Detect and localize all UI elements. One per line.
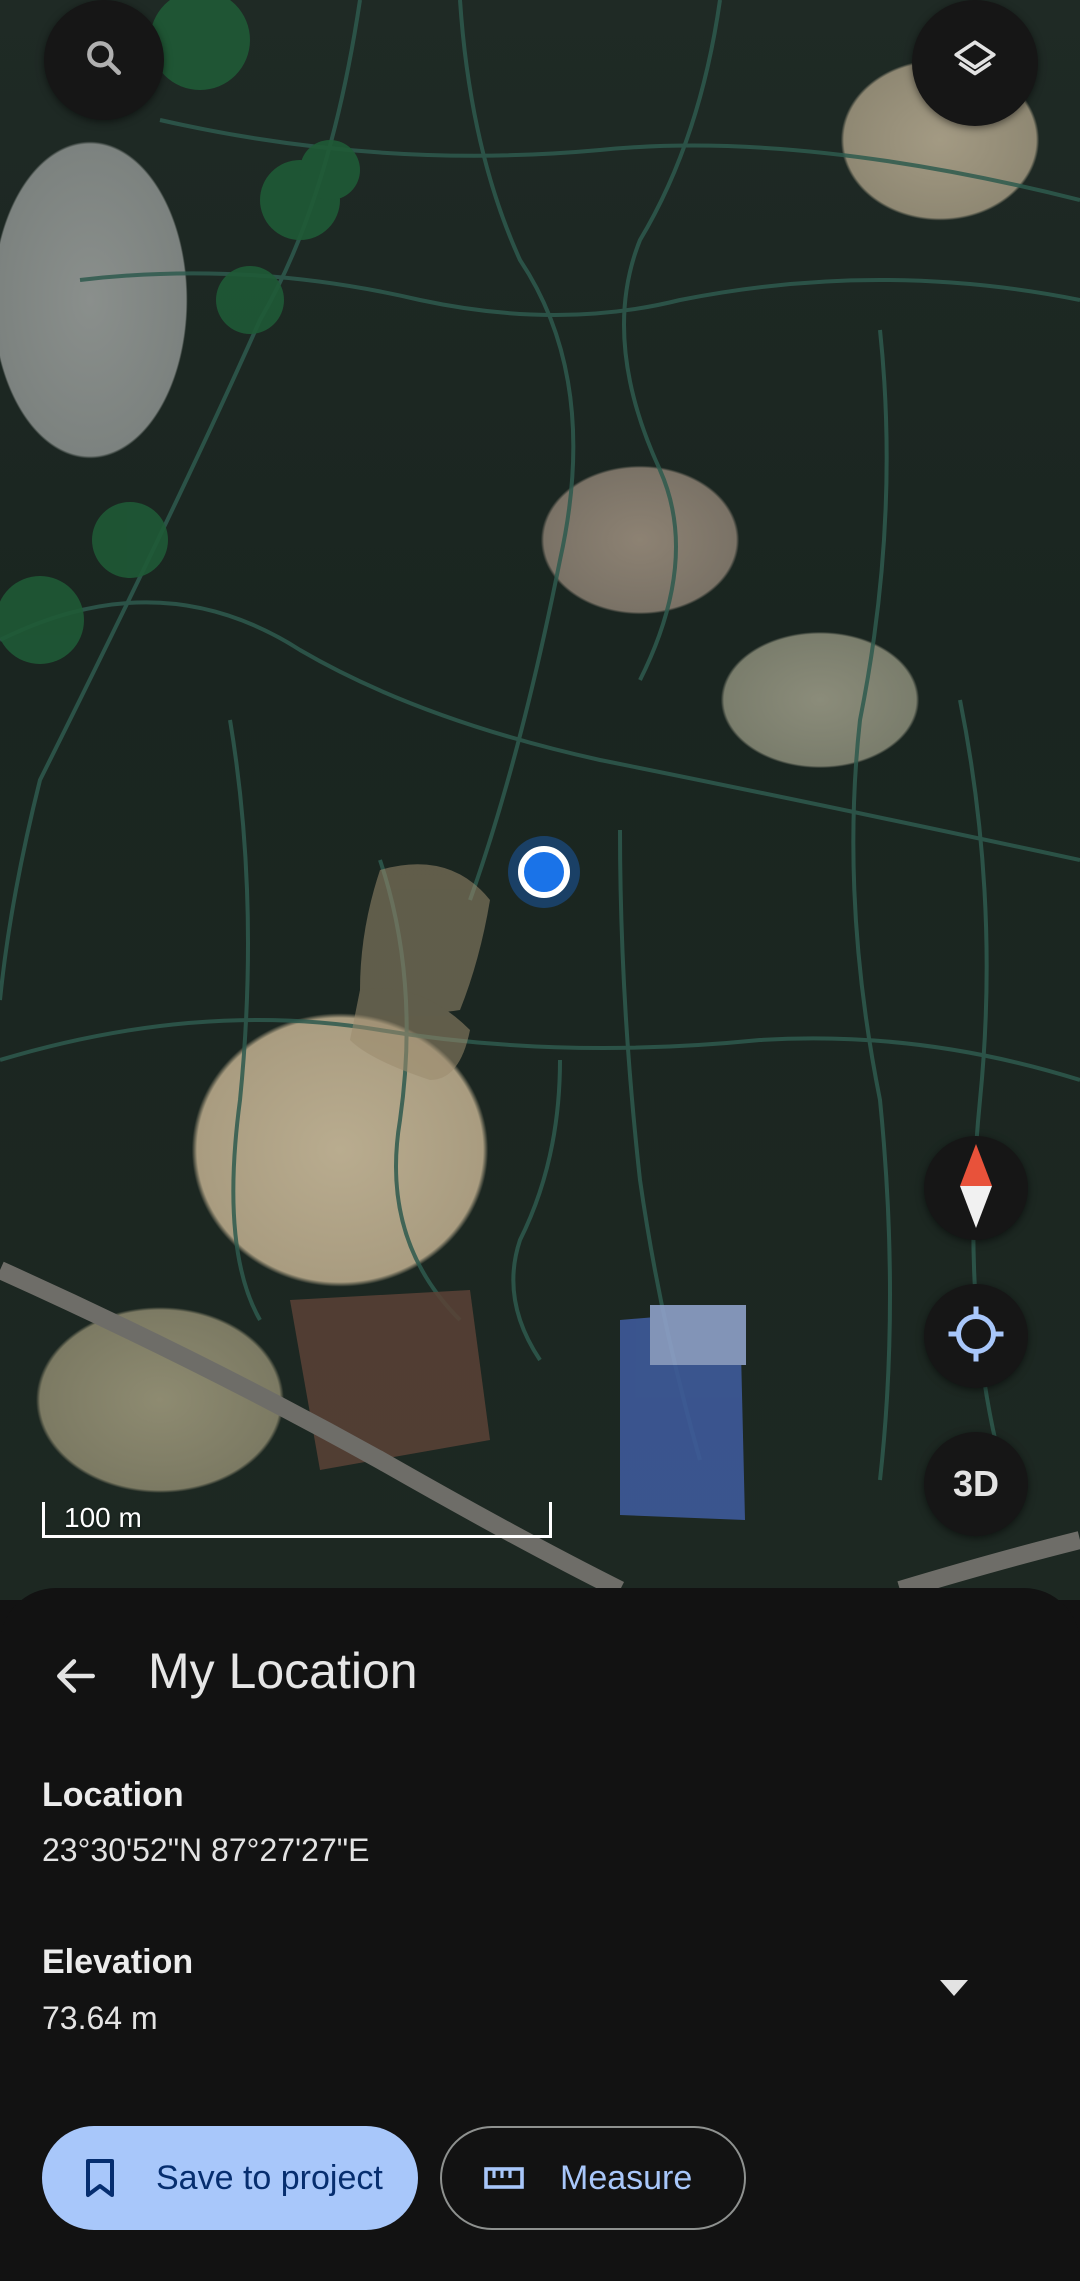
layers-button[interactable] [912,0,1038,126]
my-location-button[interactable] [924,1284,1028,1388]
my-location-icon [946,1304,1006,1369]
back-button[interactable] [46,1648,106,1708]
search-button[interactable] [44,0,164,120]
satellite-map[interactable]: 3D 100 m [0,0,1080,1600]
layers-icon [950,36,1000,91]
location-label: Location [42,1776,184,1814]
bookmark-icon [80,2158,120,2198]
compass-icon [956,1143,996,1233]
search-icon [82,36,126,85]
map-field-boundaries [0,0,1080,1599]
back-arrow-icon [51,1651,101,1706]
scale-bar-label: 100 m [64,1502,142,1533]
save-to-project-button[interactable]: Save to project [42,2126,418,2230]
measure-button[interactable]: Measure [440,2126,746,2230]
compass-button[interactable] [924,1136,1028,1240]
elevation-label: Elevation [42,1943,194,1981]
3d-label: 3D [952,1463,1000,1504]
ruler-icon [484,2158,524,2198]
sheet-title: My Location [148,1643,418,1699]
save-to-project-label: Save to project [156,2158,383,2197]
my-location-marker [518,846,570,898]
elevation-expand-icon[interactable] [940,1980,968,1996]
location-coordinates: 23°30'52"N 87°27'27"E [42,1832,370,1868]
elevation-value: 73.64 m [42,2000,158,2036]
location-bottom-sheet: My Location Location 23°30'52"N 87°27'27… [0,1588,1080,2281]
measure-label: Measure [560,2158,693,2197]
3d-toggle-button[interactable]: 3D [924,1432,1028,1536]
